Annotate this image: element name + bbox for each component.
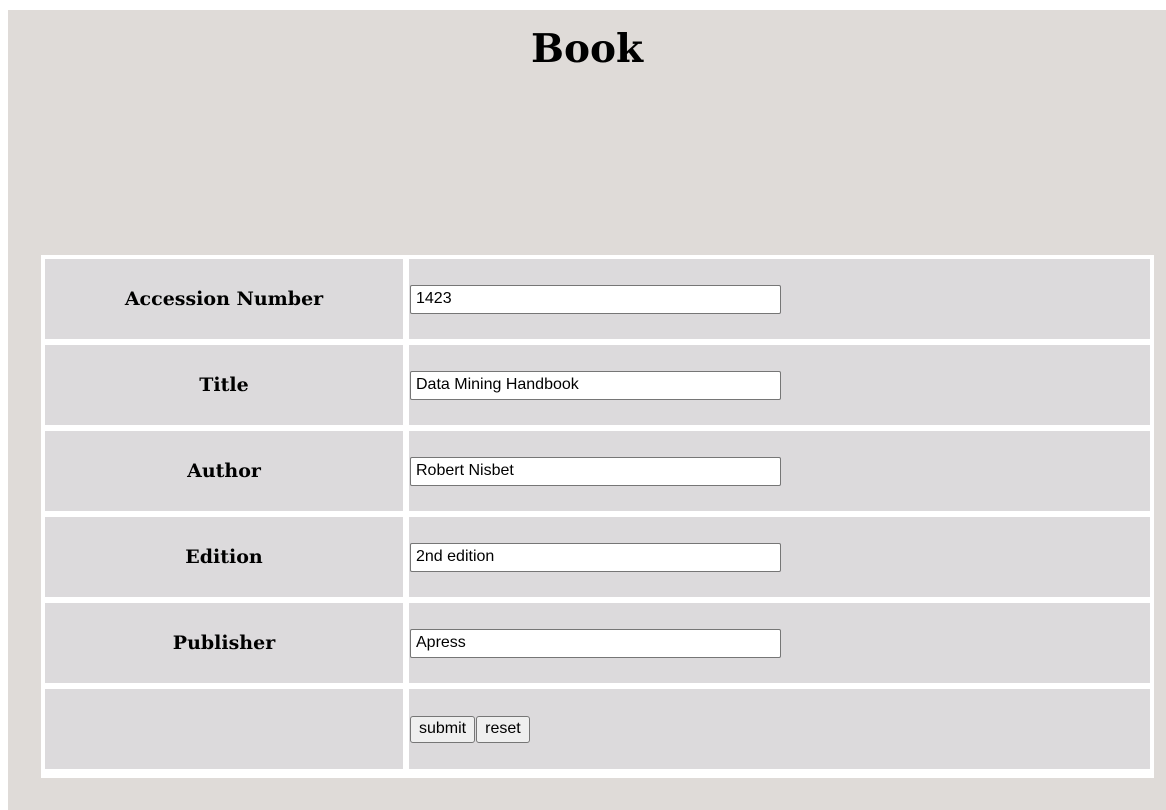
reset-button[interactable]: reset <box>476 715 530 743</box>
publisher-label: Publisher <box>45 603 403 683</box>
accession-number-label: Accession Number <box>45 259 403 339</box>
title-cell <box>409 345 1150 425</box>
author-cell <box>409 431 1150 511</box>
buttons-cell: submit reset <box>409 689 1150 769</box>
accession-number-input[interactable] <box>410 284 781 314</box>
edition-label: Edition <box>45 517 403 597</box>
page-title: Book <box>530 26 643 72</box>
title-label: Title <box>45 345 403 425</box>
author-label: Author <box>45 431 403 511</box>
book-form-table: Accession Number Title Author Edition Pu… <box>41 255 1154 778</box>
author-input[interactable] <box>410 456 781 486</box>
publisher-cell <box>409 603 1150 683</box>
edition-input[interactable] <box>410 542 781 572</box>
page-container: Book Accession Number Title Author Editi… <box>8 10 1166 810</box>
title-input[interactable] <box>410 370 781 400</box>
empty-label-cell <box>45 689 403 769</box>
edition-cell <box>409 517 1150 597</box>
accession-number-cell <box>409 259 1150 339</box>
submit-button[interactable]: submit <box>410 715 476 743</box>
publisher-input[interactable] <box>410 628 781 658</box>
